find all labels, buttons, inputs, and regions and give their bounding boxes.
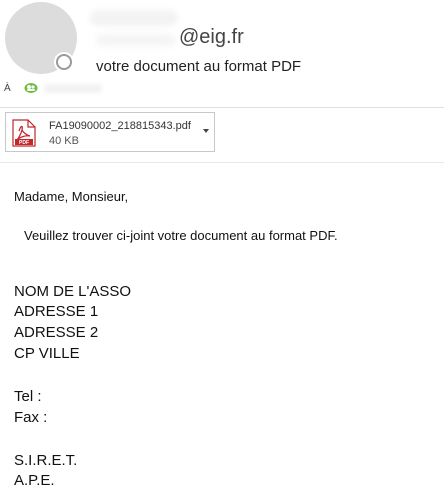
to-label: À bbox=[4, 83, 11, 94]
header-divider bbox=[0, 107, 444, 108]
attachment-divider bbox=[0, 162, 444, 163]
signature-siret: S.I.R.E.T. bbox=[14, 452, 78, 469]
chevron-down-icon[interactable] bbox=[202, 127, 210, 135]
email-message: Veuillez trouver ci-joint votre document… bbox=[24, 228, 338, 243]
signature-address-1: ADRESSE 1 bbox=[14, 303, 99, 320]
email-subject: votre document au format PDF bbox=[96, 58, 302, 75]
attachment-size: 40 KB bbox=[49, 135, 79, 147]
pdf-file-icon: PDF bbox=[12, 119, 36, 147]
sender-domain[interactable]: @eig.fr bbox=[179, 26, 244, 49]
email-header: @eig.fr votre document au format PDF À bbox=[0, 0, 444, 108]
recipient-redacted bbox=[44, 84, 102, 93]
attachment-filename: FA19090002_218815343.pdf bbox=[49, 120, 191, 132]
signature-ape: A.P.E. bbox=[14, 472, 55, 489]
contact-group-icon[interactable] bbox=[24, 82, 38, 94]
sender-name-redacted bbox=[90, 10, 178, 26]
attachment-card[interactable]: PDF FA19090002_218815343.pdf 40 KB bbox=[5, 112, 215, 152]
signature-city: CP VILLE bbox=[14, 345, 80, 362]
signature-org-name: NOM DE L'ASSO bbox=[14, 283, 132, 300]
svg-text:PDF: PDF bbox=[19, 140, 29, 146]
signature-address-2: ADRESSE 2 bbox=[14, 324, 99, 341]
presence-status-icon bbox=[56, 54, 72, 70]
email-greeting: Madame, Monsieur, bbox=[14, 189, 129, 204]
signature-tel: Tel : bbox=[14, 388, 42, 405]
signature-fax: Fax : bbox=[14, 409, 48, 426]
sender-local-part-redacted bbox=[96, 34, 176, 46]
